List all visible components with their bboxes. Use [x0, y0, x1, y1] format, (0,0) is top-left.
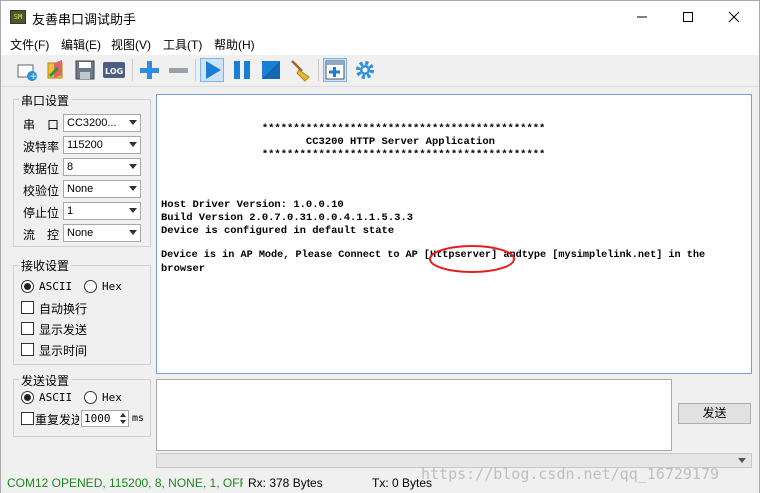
- chevron-down-icon: [129, 164, 137, 169]
- send-ascii-radio[interactable]: [21, 391, 34, 404]
- chevron-down-icon: [129, 208, 137, 213]
- send-button[interactable]: 发送: [678, 403, 751, 424]
- save-icon[interactable]: [73, 58, 97, 82]
- menu-tools[interactable]: 工具(T): [163, 36, 202, 53]
- send-input-area[interactable]: [156, 379, 672, 451]
- data-bits-select[interactable]: 8: [63, 158, 141, 176]
- stop-bits-select[interactable]: 1: [63, 202, 141, 220]
- flow-control-select[interactable]: None: [63, 224, 141, 242]
- chevron-down-icon: [129, 186, 137, 191]
- open-icon[interactable]: [44, 58, 68, 82]
- receive-output-area[interactable]: ****************************************…: [156, 94, 752, 374]
- chevron-down-icon: [129, 142, 137, 147]
- receive-hex-label: Hex: [102, 280, 122, 293]
- toolbar-separator: [195, 59, 196, 81]
- send-ascii-label: ASCII: [39, 391, 73, 404]
- window-title: 友善串口调试助手: [32, 12, 137, 27]
- clear-broom-icon[interactable]: [288, 58, 312, 82]
- add-window-icon[interactable]: [323, 58, 347, 82]
- menu-file[interactable]: 文件(F): [10, 36, 49, 53]
- show-send-checkbox[interactable]: [21, 322, 34, 335]
- parity-select[interactable]: None: [63, 180, 141, 198]
- auto-wrap-label: 自动换行: [39, 302, 88, 316]
- repeat-interval-input[interactable]: 1000: [81, 410, 129, 427]
- title-bar: SM 友善串口调试助手: [1, 1, 759, 33]
- minimize-button[interactable]: [619, 1, 665, 33]
- output-line: CC3200 HTTP Server Application: [161, 136, 495, 148]
- baud-label: 波特率: [23, 140, 60, 154]
- receive-ascii-radio[interactable]: [21, 280, 34, 293]
- maximize-icon: [683, 12, 693, 22]
- add-icon[interactable]: [137, 58, 161, 82]
- receive-ascii-label: ASCII: [39, 280, 73, 293]
- output-line: Device is configured in default state: [161, 225, 395, 237]
- parity-label: 校验位: [23, 184, 60, 198]
- send-hex-label: Hex: [102, 391, 122, 404]
- output-line: ****************************************…: [161, 149, 546, 161]
- serial-settings-title: 串口设置: [19, 92, 72, 109]
- stop-icon[interactable]: [259, 58, 283, 82]
- svg-text:+: +: [30, 72, 38, 82]
- new-session-icon[interactable]: +: [15, 58, 39, 82]
- show-time-label: 显示时间: [39, 344, 88, 358]
- chevron-down-icon: [129, 230, 137, 235]
- play-icon[interactable]: [200, 58, 224, 82]
- send-hex-radio[interactable]: [84, 391, 97, 404]
- app-icon: SM: [10, 10, 26, 24]
- chevron-down-icon: [738, 458, 746, 463]
- toolbar: + LOG: [1, 55, 759, 87]
- toolbar-separator: [318, 59, 319, 81]
- auto-wrap-checkbox[interactable]: [21, 301, 34, 314]
- log-icon[interactable]: LOG: [102, 58, 126, 82]
- baud-select[interactable]: 115200: [63, 136, 141, 154]
- output-line: ****************************************…: [161, 123, 546, 135]
- stop-bits-label: 停止位: [23, 206, 60, 220]
- watermark: https://blog.csdn.net/qq_16729179: [421, 465, 720, 483]
- app-window: SM 友善串口调试助手 文件(F) 编辑(E) 视图(V) 工具(T) 帮助(H…: [0, 0, 760, 493]
- flow-control-label: 流 控: [23, 228, 60, 242]
- remove-icon[interactable]: [166, 58, 190, 82]
- receive-hex-radio[interactable]: [84, 280, 97, 293]
- toolbar-separator: [132, 59, 133, 81]
- receive-settings-title: 接收设置: [19, 257, 72, 274]
- chevron-down-icon: [129, 120, 137, 125]
- port-label: 串 口: [23, 118, 60, 132]
- repeat-send-label: 重复发送: [35, 413, 79, 427]
- output-line: Host Driver Version: 1.0.0.10: [161, 199, 344, 211]
- highlight-circle: [429, 245, 515, 273]
- port-status: COM12 OPENED, 115200, 8, NONE, 1, OFF: [7, 476, 243, 490]
- pause-icon[interactable]: [230, 58, 254, 82]
- menu-edit[interactable]: 编辑(E): [61, 36, 101, 53]
- close-button[interactable]: [711, 1, 757, 33]
- output-line: browser: [161, 263, 206, 275]
- send-settings-title: 发送设置: [19, 372, 72, 389]
- settings-gear-icon[interactable]: [353, 58, 377, 82]
- repeat-send-checkbox[interactable]: [21, 412, 34, 425]
- close-icon: [728, 11, 740, 23]
- data-bits-label: 数据位: [23, 162, 60, 176]
- menu-bar: 文件(F) 编辑(E) 视图(V) 工具(T) 帮助(H): [1, 33, 759, 55]
- output-line: Build Version 2.0.7.0.31.0.0.4.1.1.5.3.3: [161, 212, 414, 224]
- menu-view[interactable]: 视图(V): [111, 36, 151, 53]
- rx-count: Rx: 378 Bytes: [248, 476, 323, 490]
- interval-unit-label: ms: [132, 413, 145, 424]
- log-label: LOG: [105, 67, 123, 76]
- port-select[interactable]: CC3200...: [63, 114, 141, 132]
- maximize-button[interactable]: [665, 1, 711, 33]
- menu-help[interactable]: 帮助(H): [214, 36, 255, 53]
- spinner-arrows-icon: [120, 413, 126, 424]
- show-time-checkbox[interactable]: [21, 343, 34, 356]
- minimize-icon: [637, 16, 647, 18]
- show-send-label: 显示发送: [39, 323, 88, 337]
